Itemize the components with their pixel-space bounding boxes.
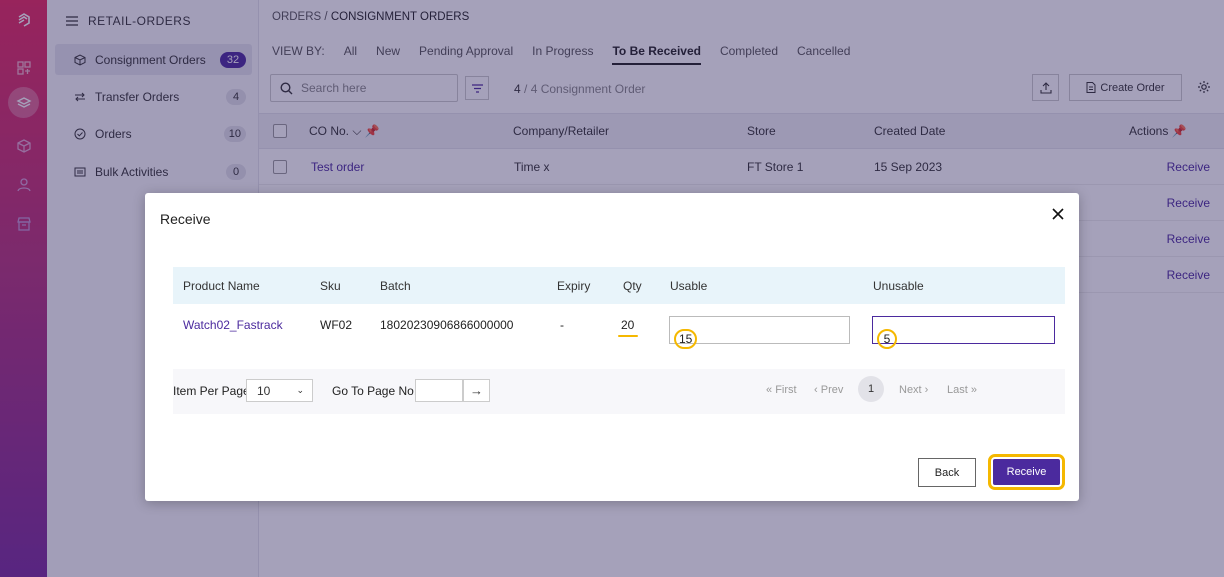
column-sku: Sku: [320, 279, 341, 293]
qty-cell: 20: [621, 318, 635, 332]
column-qty: Qty: [623, 279, 642, 293]
go-to-page-input[interactable]: [415, 379, 463, 402]
sku-cell: WF02: [320, 318, 353, 332]
unusable-qty-value: 5: [877, 329, 897, 349]
page-number-current[interactable]: 1: [858, 376, 884, 402]
last-page-label: Last: [947, 384, 968, 396]
first-page-label: First: [775, 384, 797, 396]
column-usable: Usable: [670, 279, 708, 293]
items-per-page-label: Item Per Page: [173, 384, 250, 398]
column-unusable: Unusable: [873, 279, 924, 293]
pagination-bar: Item Per Page 10 ⌄ Go To Page No. → « Fi…: [173, 369, 1065, 414]
last-page-button[interactable]: Last »: [947, 384, 977, 396]
receive-table-row: Watch02_Fastrack WF02 180202309068660000…: [173, 304, 1065, 349]
modal-title: Receive: [160, 211, 211, 227]
batch-cell: 18020230906866000000: [380, 318, 514, 332]
next-page-button[interactable]: Next ›: [899, 384, 928, 396]
go-to-page-button[interactable]: →: [463, 379, 490, 402]
receive-table-header: Product Name Sku Batch Expiry Qty Usable…: [173, 267, 1065, 304]
column-expiry: Expiry: [557, 279, 591, 293]
usable-qty-input[interactable]: 15: [669, 316, 850, 349]
prev-page-label: Prev: [820, 384, 844, 396]
go-to-page-label: Go To Page No.: [332, 384, 418, 398]
expiry-cell: -: [560, 318, 564, 332]
first-page-button[interactable]: « First: [766, 384, 797, 396]
close-icon[interactable]: [1051, 207, 1065, 221]
arrow-right-icon: →: [470, 383, 483, 398]
unusable-qty-input[interactable]: 5: [872, 316, 1055, 349]
product-name-link[interactable]: Watch02_Fastrack: [183, 318, 283, 332]
receive-button-highlight: Receive: [988, 454, 1065, 490]
chevron-down-icon: ⌄: [296, 385, 304, 395]
column-batch: Batch: [380, 279, 411, 293]
qty-highlight-underline: [618, 335, 638, 337]
usable-qty-value: 15: [674, 329, 698, 349]
next-page-label: Next: [899, 384, 922, 396]
prev-page-button[interactable]: ‹ Prev: [814, 384, 843, 396]
items-per-page-value: 10: [257, 383, 271, 398]
receive-modal: Receive Product Name Sku Batch Expiry Qt…: [145, 193, 1079, 501]
column-product-name: Product Name: [183, 279, 260, 293]
items-per-page-select[interactable]: 10 ⌄: [246, 379, 313, 402]
receive-button[interactable]: Receive: [993, 459, 1060, 485]
back-button[interactable]: Back: [918, 458, 976, 487]
